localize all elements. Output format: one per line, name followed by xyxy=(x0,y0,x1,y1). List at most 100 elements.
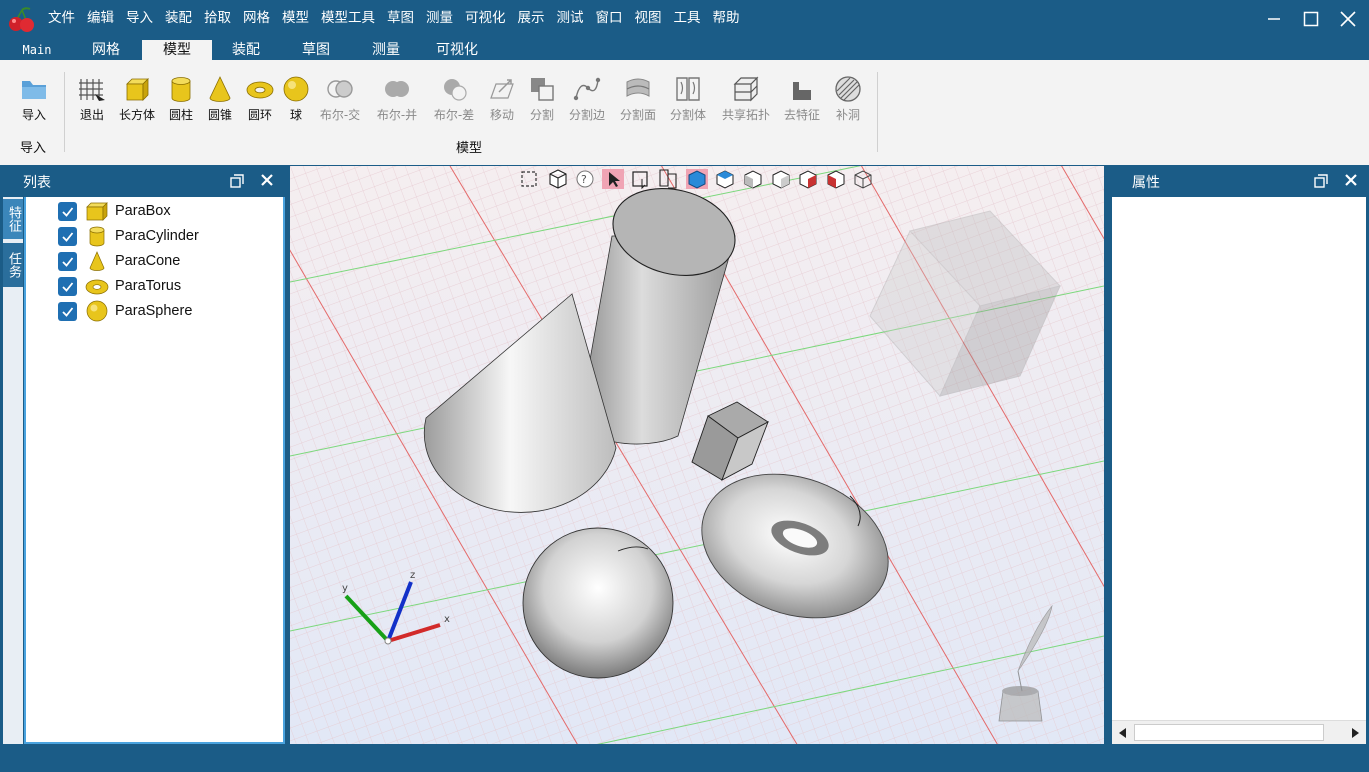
split-face-button[interactable]: 分割面 xyxy=(616,72,660,124)
checkbox[interactable] xyxy=(58,301,77,321)
red-face-view-icon[interactable] xyxy=(799,170,817,189)
check-icon xyxy=(62,306,74,317)
close-panel-icon[interactable] xyxy=(259,172,275,188)
menu-measure[interactable]: 测量 xyxy=(420,0,459,36)
split-edge-icon xyxy=(573,77,601,101)
float-panel-icon[interactable] xyxy=(230,174,244,188)
close-panel-icon[interactable] xyxy=(1343,172,1359,188)
properties-panel-header: 属性 xyxy=(1112,166,1366,197)
tab-main[interactable]: Main xyxy=(8,40,66,60)
tree-item-paracylinder[interactable]: ParaCylinder xyxy=(58,224,199,248)
shaded-view-icon[interactable] xyxy=(686,169,708,189)
vtab-tasks[interactable]: 任务 xyxy=(3,243,23,287)
share-topology-button[interactable]: 共享拓扑 xyxy=(722,72,770,124)
tab-sketch[interactable]: 草图 xyxy=(286,40,346,60)
menu-file[interactable]: 文件 xyxy=(42,0,81,36)
red-face-view-alt-icon[interactable] xyxy=(827,170,845,189)
cylinder-button[interactable]: 圆柱 xyxy=(159,72,203,124)
checkbox[interactable] xyxy=(58,276,77,296)
3d-viewport[interactable]: y z x ? xyxy=(290,166,1104,744)
boolean-subtract-button[interactable]: 布尔-差 xyxy=(432,72,476,124)
status-bar xyxy=(0,746,1369,772)
feature-tree: ParaBox ParaCylinder ParaCone ParaTorus xyxy=(24,197,285,744)
boolean-intersect-button[interactable]: 布尔-交 xyxy=(318,72,362,124)
menu-visualize[interactable]: 可视化 xyxy=(459,0,512,36)
maximize-button[interactable] xyxy=(1292,0,1330,38)
front-view-icon[interactable] xyxy=(744,170,762,189)
menu-sketch[interactable]: 草图 xyxy=(381,0,420,36)
tab-mesh[interactable]: 网格 xyxy=(76,40,136,60)
sphere-icon xyxy=(283,76,309,102)
fill-hole-button[interactable]: 补洞 xyxy=(826,72,870,124)
menu-window[interactable]: 窗口 xyxy=(590,0,629,36)
split-icon xyxy=(531,78,554,101)
split-body-button[interactable]: 分割体 xyxy=(666,72,710,124)
scrollbar-thumb[interactable] xyxy=(1134,724,1324,741)
vtab-features[interactable]: 特征 xyxy=(3,199,23,239)
move-icon xyxy=(490,79,514,99)
check-icon xyxy=(62,231,74,242)
side-view-icon[interactable] xyxy=(772,170,790,189)
menu-tools[interactable]: 工具 xyxy=(668,0,707,36)
model-group-label: 模型 xyxy=(456,141,483,156)
tree-item-paratorus[interactable]: ParaTorus xyxy=(58,274,181,298)
horizontal-scrollbar[interactable] xyxy=(1112,720,1366,744)
menu-test[interactable]: 测试 xyxy=(551,0,590,36)
title-bar: 文件 编辑 导入 装配 拾取 网格 模型 模型工具 草图 测量 可视化 展示 测… xyxy=(0,0,1369,38)
svg-text:?: ? xyxy=(581,173,587,186)
cylinder-icon xyxy=(89,226,105,247)
boolean-union-button[interactable]: 布尔-并 xyxy=(375,72,419,124)
select-pointer-icon[interactable] xyxy=(602,169,624,189)
exit-button[interactable]: 退出 xyxy=(70,72,114,124)
sphere-shape[interactable] xyxy=(522,527,674,679)
scroll-right-icon[interactable] xyxy=(1350,726,1362,740)
split-button[interactable]: 分割 xyxy=(520,72,564,124)
menu-model[interactable]: 模型 xyxy=(276,0,315,36)
torus-icon xyxy=(246,81,274,99)
list-panel-header: 列表 xyxy=(3,166,285,197)
sphere-button[interactable]: 球 xyxy=(274,72,318,124)
menu-pick[interactable]: 拾取 xyxy=(198,0,237,36)
menu-help[interactable]: 帮助 xyxy=(707,0,746,36)
menu-import[interactable]: 导入 xyxy=(120,0,159,36)
menu-model-tools[interactable]: 模型工具 xyxy=(315,0,381,36)
box-button[interactable]: 长方体 xyxy=(115,72,159,124)
check-icon xyxy=(62,256,74,267)
menu-edit[interactable]: 编辑 xyxy=(81,0,120,36)
tree-item-paracone[interactable]: ParaCone xyxy=(58,249,180,273)
close-icon xyxy=(1340,11,1356,27)
minimize-button[interactable] xyxy=(1255,0,1293,38)
tab-visualize[interactable]: 可视化 xyxy=(424,40,490,60)
move-button[interactable]: 移动 xyxy=(480,72,524,124)
menu-assembly[interactable]: 装配 xyxy=(159,0,198,36)
split-face-icon xyxy=(626,78,650,97)
top-view-icon[interactable] xyxy=(716,170,734,189)
defeature-button[interactable]: 去特征 xyxy=(780,72,824,124)
view-cube-icon[interactable] xyxy=(549,169,567,189)
tab-measure[interactable]: 测量 xyxy=(356,40,416,60)
cone-button[interactable]: 圆锥 xyxy=(198,72,242,124)
properties-panel: 属性 xyxy=(1112,166,1366,744)
tab-model[interactable]: 模型 xyxy=(142,40,212,60)
float-panel-icon[interactable] xyxy=(1314,174,1328,188)
import-button[interactable]: 导入 xyxy=(12,72,56,124)
menu-bar: 文件 编辑 导入 装配 拾取 网格 模型 模型工具 草图 测量 可视化 展示 测… xyxy=(42,0,746,36)
checkbox[interactable] xyxy=(58,251,77,271)
box-icon xyxy=(126,78,149,101)
scroll-left-icon[interactable] xyxy=(1116,726,1128,740)
menu-show[interactable]: 展示 xyxy=(512,0,551,36)
checkbox[interactable] xyxy=(58,201,77,221)
help-icon[interactable]: ? xyxy=(576,170,594,188)
scene[interactable]: y z x ? xyxy=(290,166,1104,744)
tab-assembly[interactable]: 装配 xyxy=(216,40,276,60)
close-window-button[interactable] xyxy=(1329,0,1367,38)
split-edge-button[interactable]: 分割边 xyxy=(565,72,609,124)
tree-item-parasphere[interactable]: ParaSphere xyxy=(58,299,192,323)
tree-item-parabox[interactable]: ParaBox xyxy=(58,199,171,223)
boolean-union-icon xyxy=(385,81,409,97)
menu-view[interactable]: 视图 xyxy=(629,0,668,36)
menu-mesh[interactable]: 网格 xyxy=(237,0,276,36)
cylinder-icon xyxy=(171,77,191,102)
maximize-icon xyxy=(1303,11,1319,27)
checkbox[interactable] xyxy=(58,226,77,246)
